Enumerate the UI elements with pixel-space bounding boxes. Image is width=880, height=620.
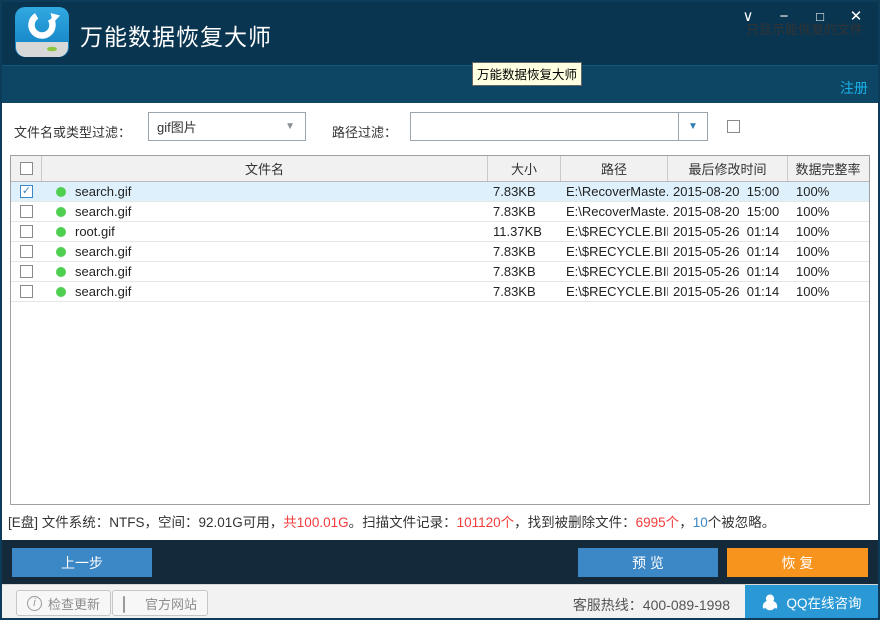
row-checkbox[interactable]: ✓ [20, 185, 33, 198]
file-size: 7.83KB [488, 284, 561, 299]
file-integrity: 100% [788, 224, 868, 239]
only-recoverable-checkbox[interactable] [727, 120, 740, 133]
status-text: [E盘] 文件系统：NTFS，空间：92.01G可用，共100.01G。扫描文件… [8, 511, 872, 531]
table-row[interactable]: search.gif 7.83KB E:\$RECYCLE.BIN.. 2015… [11, 242, 869, 262]
file-name: root.gif [75, 224, 115, 239]
file-size: 7.83KB [488, 184, 561, 199]
info-icon: i [27, 596, 42, 611]
file-integrity: 100% [788, 264, 868, 279]
check-update-label: 检查更新 [48, 594, 100, 613]
official-site-button[interactable]: 官方网站 [112, 590, 208, 616]
row-checkbox[interactable] [20, 265, 33, 278]
app-title: 万能数据恢复大师 [80, 18, 272, 52]
file-name: search.gif [75, 184, 131, 199]
file-path: E:\$RECYCLE.BIN.. [561, 284, 668, 299]
app-logo-icon [14, 6, 70, 58]
status-segment: 。扫描文件记录： [349, 515, 457, 530]
dropdown-arrow-icon: ▼ [285, 121, 305, 132]
table-row[interactable]: search.gif 7.83KB E:\$RECYCLE.BIN.. 2015… [11, 282, 869, 302]
file-size: 11.37KB [488, 224, 561, 239]
file-status-dot [56, 207, 66, 217]
table-body: ✓ search.gif 7.83KB E:\RecoverMaste.. 20… [11, 182, 869, 302]
status-segment: 10 [693, 515, 708, 530]
column-header-name[interactable]: 文件名 [42, 156, 488, 181]
column-header-size[interactable]: 大小 [488, 156, 561, 181]
status-segment: [E盘] 文件系统：NTFS，空间：92.01G可用， [8, 515, 283, 530]
table-header: 文件名 大小 路径 最后修改时间 数据完整率 [11, 156, 869, 182]
file-size: 7.83KB [488, 264, 561, 279]
file-integrity: 100% [788, 204, 868, 219]
official-site-label: 官方网站 [145, 594, 197, 613]
path-filter-input[interactable] [411, 113, 678, 140]
column-header-modified[interactable]: 最后修改时间 [668, 156, 788, 181]
qq-support-label: QQ在线咨询 [786, 592, 861, 612]
path-filter-combo: ▼ [410, 112, 708, 141]
hotline-text: 客服热线：400-089-1998 [573, 595, 730, 615]
file-integrity: 100% [788, 244, 868, 259]
register-link[interactable]: 注册 [840, 78, 868, 98]
app-title-tooltip: 万能数据恢复大师 [472, 62, 582, 86]
row-checkbox[interactable] [20, 205, 33, 218]
row-checkbox[interactable] [20, 245, 33, 258]
file-path: E:\RecoverMaste.. [561, 184, 668, 199]
column-header-path[interactable]: 路径 [561, 156, 668, 181]
table-row[interactable]: root.gif 11.37KB E:\$RECYCLE.BIN.. 2015-… [11, 222, 869, 242]
table-row[interactable]: ✓ search.gif 7.83KB E:\RecoverMaste.. 20… [11, 182, 869, 202]
file-modified: 2015-08-20 15:00 [668, 184, 788, 199]
file-size: 7.83KB [488, 204, 561, 219]
file-modified: 2015-05-26 01:14 [668, 284, 788, 299]
file-path: E:\$RECYCLE.BIN.. [561, 264, 668, 279]
file-modified: 2015-05-26 01:14 [668, 224, 788, 239]
file-name: search.gif [75, 284, 131, 299]
dropdown-arrow-icon: ▼ [688, 121, 698, 132]
recover-button[interactable]: 恢 复 [727, 548, 868, 577]
check-update-button[interactable]: i 检查更新 [16, 590, 111, 616]
file-path: E:\$RECYCLE.BIN.. [561, 224, 668, 239]
file-integrity: 100% [788, 284, 868, 299]
preview-button[interactable]: 预 览 [578, 548, 718, 577]
table-row[interactable]: search.gif 7.83KB E:\RecoverMaste.. 2015… [11, 202, 869, 222]
file-size: 7.83KB [488, 244, 561, 259]
status-segment: ，找到被删除文件： [514, 515, 636, 530]
file-status-dot [56, 247, 66, 257]
footer-bar: i 检查更新 官方网站 客服热线：400-089-1998 QQ在线咨询 [0, 584, 880, 620]
type-filter-select[interactable]: gif图片 ▼ [148, 112, 306, 141]
type-filter-value: gif图片 [149, 117, 285, 136]
select-all-checkbox[interactable] [20, 162, 33, 175]
action-band: 上一步 预 览 恢 复 [0, 540, 880, 584]
file-name: search.gif [75, 244, 131, 259]
back-button[interactable]: 上一步 [12, 548, 152, 577]
path-filter-label: 路径过滤： [332, 122, 397, 141]
file-status-dot [56, 227, 66, 237]
file-status-dot [56, 287, 66, 297]
qq-penguin-icon [761, 593, 779, 611]
status-segment: 6995个 [636, 515, 680, 530]
results-table: 文件名 大小 路径 最后修改时间 数据完整率 ✓ search.gif 7.83… [10, 155, 870, 505]
table-row[interactable]: search.gif 7.83KB E:\$RECYCLE.BIN.. 2015… [11, 262, 869, 282]
status-segment: 共100.01G [283, 515, 348, 530]
only-recoverable-label[interactable]: 只显示能恢复的文件 [746, 19, 863, 38]
file-integrity: 100% [788, 184, 868, 199]
type-filter-label: 文件名或类型过滤： [14, 122, 131, 141]
status-segment: 101120个 [457, 515, 515, 530]
row-checkbox[interactable] [20, 285, 33, 298]
row-checkbox[interactable] [20, 225, 33, 238]
status-segment: 个被忽略。 [708, 515, 776, 530]
file-path: E:\RecoverMaste.. [561, 204, 668, 219]
path-dropdown-button[interactable]: ▼ [678, 113, 707, 140]
file-path: E:\$RECYCLE.BIN.. [561, 244, 668, 259]
file-modified: 2015-08-20 15:00 [668, 204, 788, 219]
file-modified: 2015-05-26 01:14 [668, 264, 788, 279]
monitor-icon [123, 597, 139, 610]
file-status-dot [56, 187, 66, 197]
qq-support-button[interactable]: QQ在线咨询 [745, 585, 878, 619]
file-modified: 2015-05-26 01:14 [668, 244, 788, 259]
file-name: search.gif [75, 264, 131, 279]
column-header-integrity[interactable]: 数据完整率 [788, 156, 868, 181]
status-segment: ， [679, 515, 693, 530]
sub-header-bar: 注册 [0, 65, 880, 103]
file-status-dot [56, 267, 66, 277]
file-name: search.gif [75, 204, 131, 219]
